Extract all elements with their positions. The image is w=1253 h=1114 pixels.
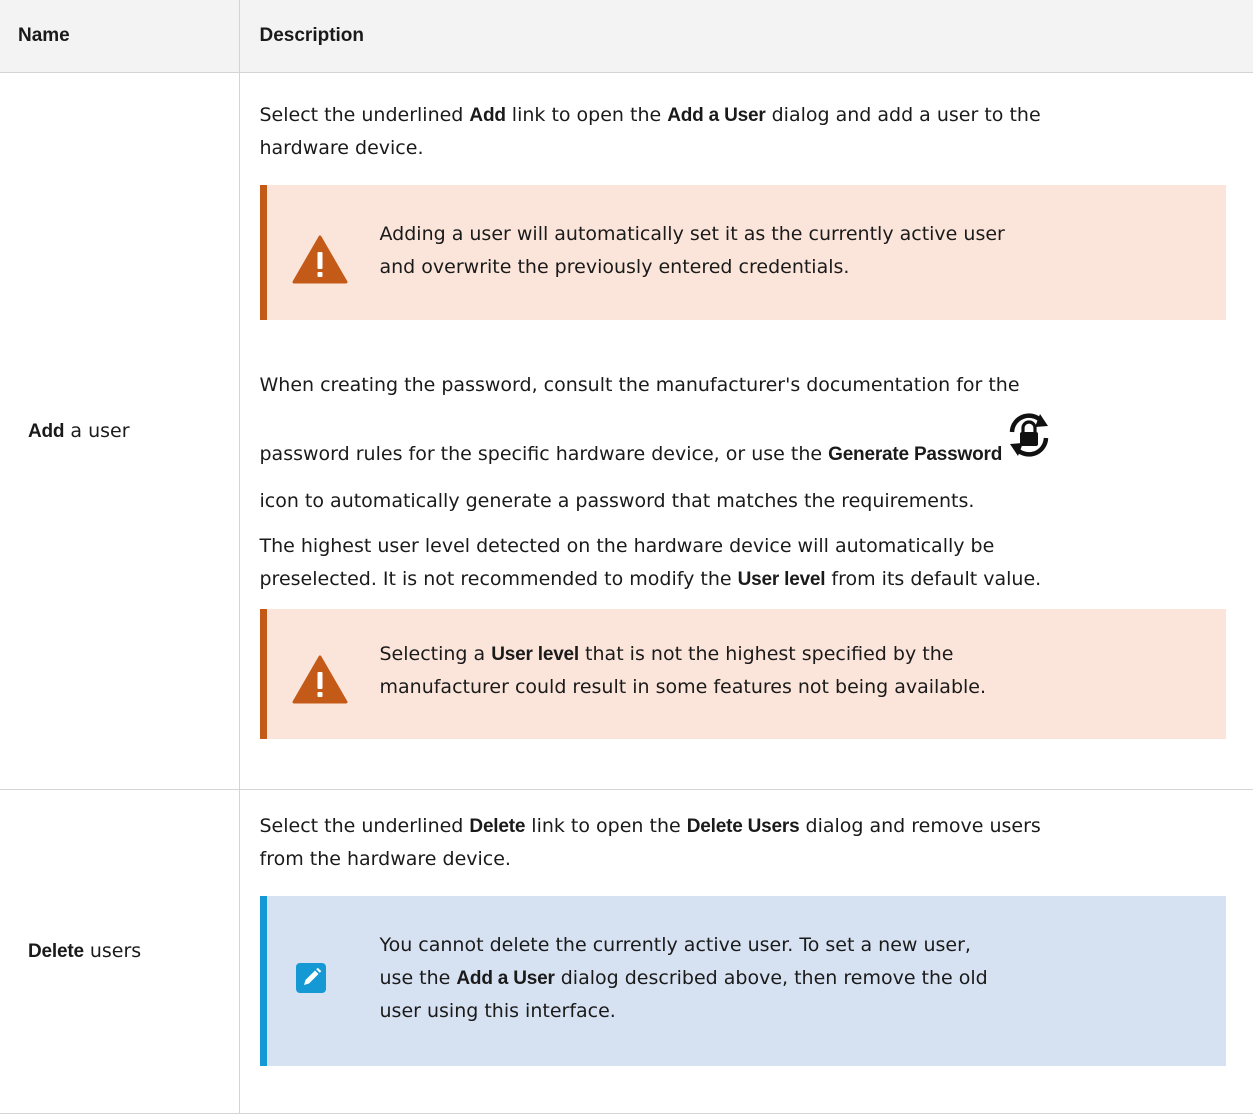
user-level-term: User level — [491, 644, 580, 665]
text: icon to automatically generate a passwor… — [259, 490, 975, 512]
users-table: Name Description Add a user Select the u… — [0, 0, 1253, 1114]
warning-text-add-user: Adding a user will automatically set it … — [380, 218, 1140, 284]
text: The highest user level detected on the h… — [259, 535, 995, 557]
text: Selecting a — [379, 643, 492, 665]
warning-triangle-icon — [292, 655, 348, 709]
text: hardware device. — [259, 137, 424, 159]
header-description: Description — [238, 0, 1253, 73]
text: from the hardware device. — [259, 848, 511, 870]
add-a-user-term: Add a User — [667, 105, 766, 126]
user-level-term: User level — [737, 569, 826, 590]
text: link to open the — [505, 104, 668, 126]
header-name: Name — [0, 0, 240, 73]
user-level-paragraph: The highest user level detected on the h… — [260, 530, 1233, 596]
text: password rules for the specific hardware… — [259, 443, 829, 465]
text: You cannot delete the currently active u… — [379, 934, 971, 956]
warning-callout-user-level: Selecting a User level that is not the h… — [259, 609, 1226, 739]
delete-users-intro: Select the underlined Delete link to ope… — [260, 810, 1233, 876]
row-name-add-user: Add a user — [0, 72, 240, 790]
note-text-delete-users: You cannot delete the currently active u… — [380, 929, 1140, 1028]
pencil-note-icon — [295, 963, 326, 997]
password-paragraph-line2: password rules for the specific hardware… — [259, 413, 1233, 518]
delete-users-term: Delete Users — [686, 816, 800, 837]
text: Select the underlined — [259, 104, 470, 126]
delete-link-term: Delete — [469, 816, 526, 837]
note-callout-delete-users: You cannot delete the currently active u… — [259, 896, 1226, 1066]
text: dialog described above, then remove the … — [554, 967, 988, 989]
text: from its default value. — [825, 568, 1042, 590]
table-row-add-user: Add a user Select the underlined Add lin… — [0, 72, 1253, 790]
text: preselected. It is not recommended to mo… — [259, 568, 738, 590]
warning-triangle-icon — [292, 235, 348, 289]
generate-password-icon — [1006, 410, 1052, 471]
generate-password-term: Generate Password — [828, 444, 1003, 465]
row-name-delete-users: Delete users — [0, 789, 240, 1114]
table-row-delete-users: Delete users Select the underlined Delet… — [0, 789, 1253, 1114]
delete-term: Delete — [28, 941, 84, 962]
text: use the — [379, 967, 457, 989]
row-desc-delete-users: Select the underlined Delete link to ope… — [238, 789, 1253, 1114]
warning-text-user-level: Selecting a User level that is not the h… — [380, 638, 1140, 704]
add-link-term: Add — [469, 105, 506, 126]
text: and overwrite the previously entered cre… — [379, 256, 850, 278]
row-desc-add-user: Select the underlined Add link to open t… — [238, 72, 1253, 790]
delete-users-rest: users — [83, 940, 142, 962]
text: dialog and remove users — [799, 815, 1041, 837]
add-user-intro: Select the underlined Add link to open t… — [260, 99, 1233, 165]
table-header-row: Name Description — [0, 0, 1253, 73]
add-a-user-term: Add a User — [456, 968, 555, 989]
warning-callout-add-user: Adding a user will automatically set it … — [259, 185, 1226, 320]
add-user-rest: a user — [64, 419, 130, 442]
text: Select the underlined — [259, 815, 470, 837]
text: link to open the — [525, 815, 687, 837]
text: that is not the highest specified by the — [579, 643, 954, 665]
text: When creating the password, consult the … — [259, 374, 1020, 396]
text: Adding a user will automatically set it … — [379, 223, 1005, 245]
text: user using this interface. — [379, 1000, 616, 1022]
password-paragraph: When creating the password, consult the … — [260, 369, 1233, 402]
text: manufacturer could result in some featur… — [379, 676, 987, 698]
add-term: Add — [28, 420, 65, 442]
text: dialog and add a user to the — [765, 104, 1041, 126]
